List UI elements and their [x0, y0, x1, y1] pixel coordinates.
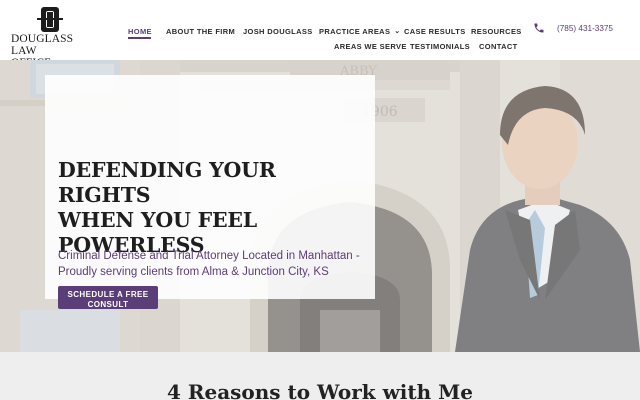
hero-subtitle: Criminal Defense and Trial Attorney Loca…: [58, 250, 360, 278]
nav-testimonials[interactable]: TESTIMONIALS: [410, 42, 470, 51]
schedule-consult-button[interactable]: SCHEDULE A FREE CONSULT: [58, 286, 158, 309]
nav-active-underline: [128, 37, 151, 39]
nav-practice-areas-label: PRACTICE AREAS: [319, 27, 391, 36]
chevron-down-icon: ⌄: [394, 28, 401, 35]
nav-resources[interactable]: RESOURCES: [471, 27, 522, 36]
hero-title: DEFENDING YOUR RIGHTS WHEN YOU FEEL POWE…: [58, 158, 368, 258]
site-header: DOUGLASS LAW OFFICE HOME ABOUT THE FIRM …: [0, 0, 640, 69]
nav-areas-we-serve[interactable]: AREAS WE SERVE: [334, 42, 407, 51]
phone-icon: [534, 23, 544, 33]
hero-title-line-1: DEFENDING YOUR RIGHTS: [58, 158, 276, 207]
nav-practice-areas[interactable]: PRACTICE AREAS ⌄: [319, 27, 401, 36]
nav-josh-douglass[interactable]: JOSH DOUGLASS: [243, 27, 313, 36]
hero-title-line-2: WHEN YOU FEEL: [58, 208, 258, 232]
nav-contact[interactable]: CONTACT: [479, 42, 518, 51]
reasons-title: 4 Reasons to Work with Me: [166, 380, 474, 400]
nav-home[interactable]: HOME: [128, 27, 152, 36]
nav-about-the-firm[interactable]: ABOUT THE FIRM: [166, 27, 235, 36]
nav-case-results[interactable]: CASE RESULTS: [404, 27, 466, 36]
phone-number-link[interactable]: (785) 431-3375: [557, 24, 613, 33]
